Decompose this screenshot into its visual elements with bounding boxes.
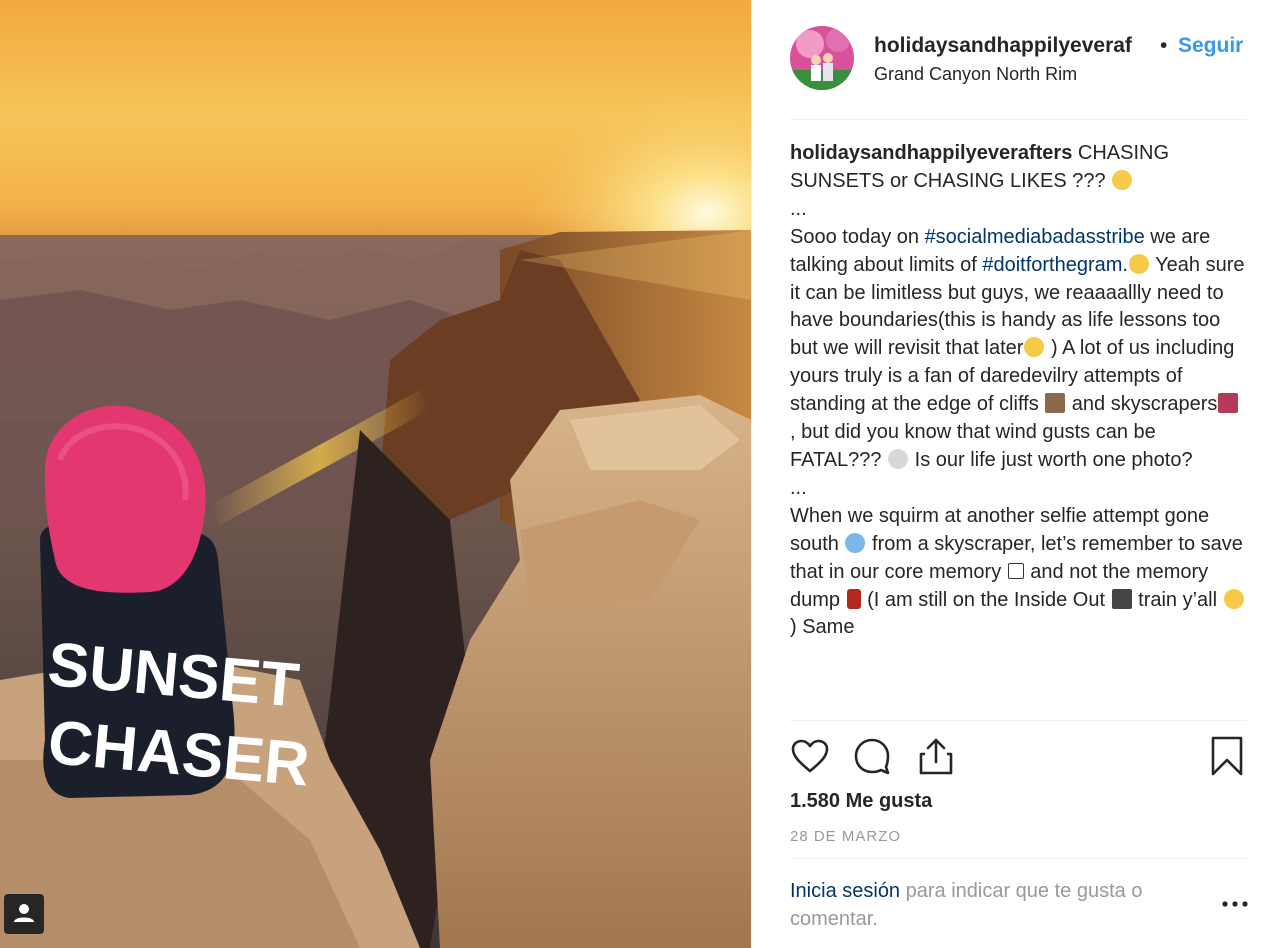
avatar[interactable] <box>790 26 854 90</box>
action-bar <box>790 736 1247 780</box>
post-header: holidaysandhappilyeveraf • Seguir Grand … <box>790 26 1261 94</box>
user-tag-icon[interactable] <box>4 894 44 934</box>
login-link[interactable]: Inicia sesión <box>790 880 900 902</box>
mountain-emoji-icon <box>1045 393 1066 414</box>
scream-emoji-icon <box>845 532 866 553</box>
tongue-emoji-icon <box>1112 169 1133 190</box>
separator-dot: • <box>1160 34 1168 57</box>
bookmark-icon[interactable] <box>1207 736 1247 776</box>
caption-text: Sooo today on <box>790 225 925 248</box>
caption-text: and skyscrapers <box>1066 393 1218 416</box>
comment-icon[interactable] <box>852 736 892 776</box>
caption-text: . <box>1122 253 1128 276</box>
login-prompt: Inicia sesión para indicar que te gusta … <box>790 877 1230 933</box>
caption-divider <box>790 720 1247 721</box>
grand-canyon-sunset-image: SUNSET CHASER <box>0 0 751 948</box>
caption-text: ... <box>790 476 807 499</box>
hashtag-link[interactable]: #socialmediabadasstribe <box>925 226 1145 248</box>
caption-text: ... <box>790 197 807 220</box>
caption-text: train y’all <box>1132 588 1223 611</box>
header-divider <box>790 119 1247 120</box>
cityscape-emoji-icon <box>1218 393 1239 414</box>
post-side-panel: holidaysandhappilyeveraf • Seguir Grand … <box>751 0 1280 948</box>
caption-text: ) Same <box>790 616 855 639</box>
post-photo[interactable]: SUNSET CHASER <box>0 0 751 948</box>
footer-divider <box>790 858 1247 859</box>
trash-barrel-emoji-icon <box>846 588 861 609</box>
hashtag-link[interactable]: #doitforthegram <box>982 254 1122 276</box>
post-caption: holidaysandhappilyeverafters CHASING SUN… <box>790 140 1250 720</box>
post-location[interactable]: Grand Canyon North Rim <box>874 64 1077 85</box>
heart-icon[interactable] <box>790 736 830 776</box>
grimace-emoji-icon <box>1223 588 1244 609</box>
caption-text: Is our life just worth one photo? <box>909 448 1193 471</box>
share-icon[interactable] <box>916 736 956 776</box>
caption-text: (I am still on the Inside Out <box>861 588 1111 611</box>
smile-emoji-icon <box>1128 253 1149 274</box>
ellipsis-icon[interactable] <box>1220 892 1250 916</box>
wink-emoji-icon <box>1024 337 1045 358</box>
follow-button[interactable]: Seguir <box>1178 34 1243 58</box>
caption-author[interactable]: holidaysandhappilyeverafters <box>790 142 1072 164</box>
like-count[interactable]: 1.580 Me gusta <box>790 790 932 813</box>
post-date: 28 DE MARZO <box>790 828 902 845</box>
skull-emoji-icon <box>888 448 909 469</box>
post-username[interactable]: holidaysandhappilyeveraf <box>874 34 1132 58</box>
clapper-emoji-icon <box>1111 588 1132 609</box>
box-emoji-icon <box>1007 562 1024 579</box>
